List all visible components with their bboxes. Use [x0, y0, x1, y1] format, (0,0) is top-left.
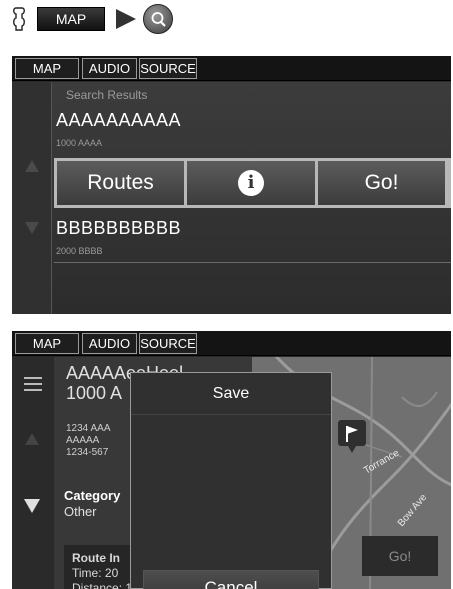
menu-icon[interactable]: [24, 377, 42, 391]
address-line: 1234 AAA: [66, 423, 111, 434]
info-button[interactable]: i: [187, 161, 315, 205]
results-panel: Search Results AAAAAAAAAA 1000 AAAA Rout…: [12, 82, 451, 314]
tab-map[interactable]: MAP: [15, 58, 79, 79]
address-line: AAAAA: [66, 435, 100, 446]
info-icon: i: [238, 170, 264, 197]
side-controls: [12, 357, 54, 589]
tab-bar: MAP AUDIO SOURCE: [12, 331, 451, 356]
scroll-down-icon[interactable]: [25, 222, 39, 234]
tab-audio[interactable]: AUDIO: [82, 58, 137, 79]
result-divider: [54, 262, 451, 263]
result-name-2[interactable]: BBBBBBBBBB: [56, 218, 181, 239]
tab-audio[interactable]: AUDIO: [82, 333, 137, 354]
destination-flag-icon: [338, 420, 366, 453]
place-address: 1234 AAA AAAAA 1234-567: [66, 423, 110, 459]
category-label: Category: [64, 488, 121, 503]
go-button[interactable]: Go!: [318, 161, 445, 205]
map-button-instruction: MAP: [37, 7, 105, 31]
scroll-column: [12, 82, 52, 314]
section-label: Search Results: [66, 88, 148, 102]
address-line: 1234-567: [66, 447, 109, 458]
magnifier-glyph: [151, 12, 166, 27]
result-address-2: 2000 BBBB: [56, 246, 103, 256]
detail-panel: Torrance Bow Ave AAAAAeeHeel 1000 A 1234…: [12, 357, 451, 589]
routes-button[interactable]: Routes: [57, 161, 184, 205]
instruction-row: MAP: [0, 0, 453, 40]
action-bar: Routes i Go!: [54, 158, 451, 208]
voice-control-icon: [13, 7, 25, 31]
scroll-up-icon[interactable]: [25, 433, 39, 445]
result-address-1: 1000 AAAA: [56, 138, 103, 148]
arrow-right-icon: [116, 9, 136, 29]
tab-map[interactable]: MAP: [15, 333, 79, 354]
tab-source[interactable]: SOURCE: [139, 333, 197, 354]
tab-bar: MAP AUDIO SOURCE: [12, 56, 451, 81]
dialog-title: Save: [131, 373, 331, 415]
scroll-up-icon[interactable]: [25, 160, 39, 172]
tab-source[interactable]: SOURCE: [139, 58, 197, 79]
category-block: Category Other: [64, 488, 120, 520]
result-name-1[interactable]: AAAAAAAAAA: [56, 110, 181, 131]
cancel-button[interactable]: Cancel: [143, 570, 319, 589]
search-results-screen: MAP AUDIO SOURCE Search Results AAAAAAAA…: [12, 56, 451, 314]
go-button-disabled[interactable]: Go!: [362, 536, 438, 576]
save-dialog: Save Cancel: [130, 372, 332, 589]
search-icon: [143, 4, 173, 34]
save-dialog-screen: MAP AUDIO SOURCE Torrance Bow Ave AAAAAe…: [12, 331, 451, 589]
category-value: Other: [64, 504, 97, 519]
scroll-down-icon[interactable]: [24, 499, 40, 513]
